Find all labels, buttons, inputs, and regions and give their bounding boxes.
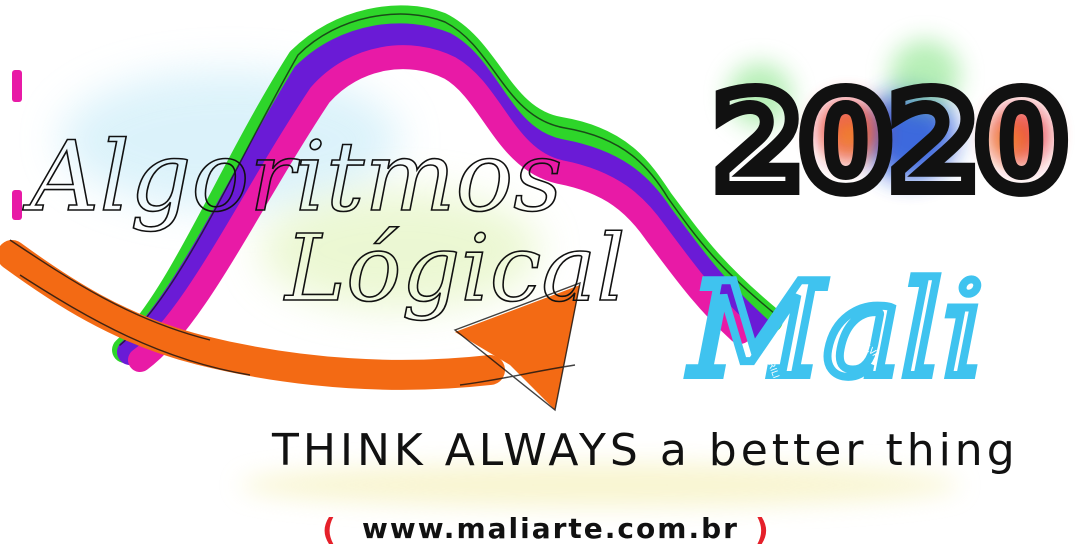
logical-text: Lógical: [283, 215, 626, 322]
url-close-paren: ): [755, 513, 769, 548]
tagline-text: THINK ALWAYS a better thing: [271, 425, 1019, 476]
pink-mark-top: [12, 70, 22, 102]
url-open-paren: (: [322, 513, 336, 548]
year-text: 2020: [712, 66, 1063, 220]
artwork-canvas: Algoritmos Lógical 2020 Mali MARILIA SIL…: [0, 5, 1074, 548]
url-text: www.maliarte.com.br: [362, 512, 739, 545]
mali-signature: Mali: [688, 254, 984, 406]
pink-mark-bottom: [12, 190, 22, 220]
